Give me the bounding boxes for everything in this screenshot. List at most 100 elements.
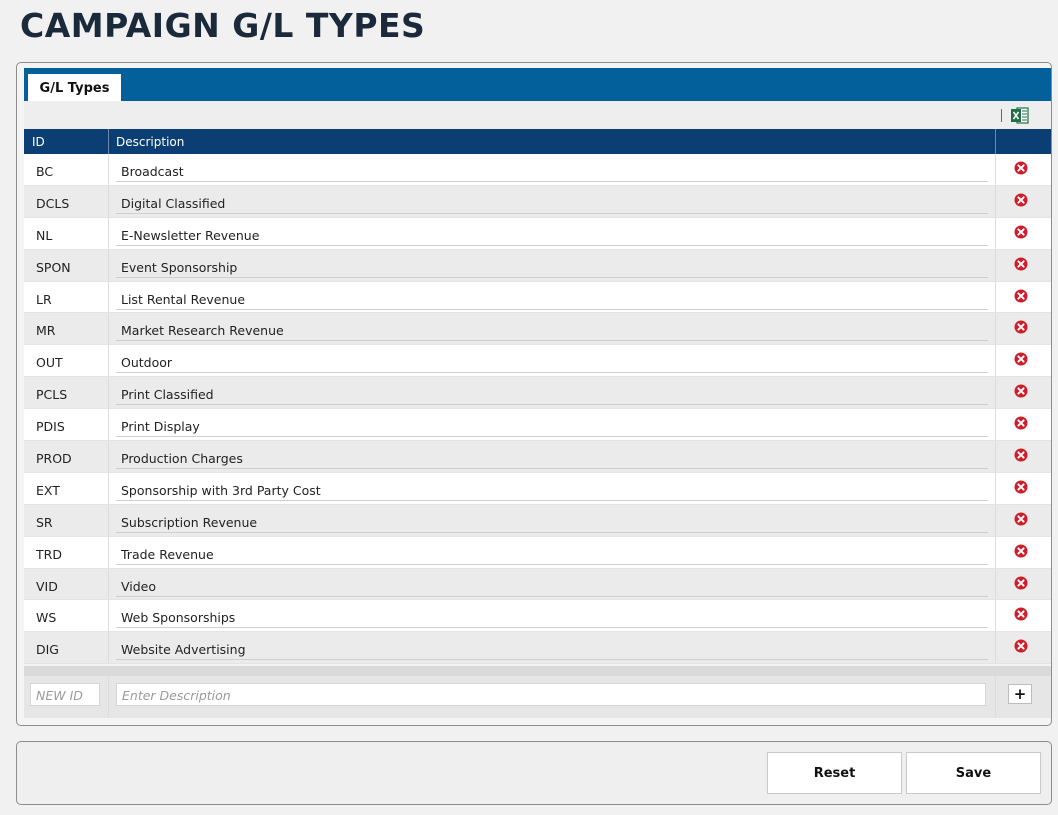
column-divider (995, 600, 996, 632)
row-id: NL (36, 227, 53, 243)
row-id: PCLS (36, 387, 68, 403)
column-divider (995, 281, 996, 313)
delete-icon[interactable] (1014, 576, 1028, 590)
row-id: BC (36, 164, 54, 179)
row-description-input[interactable]: Subscription Revenue (116, 509, 988, 533)
delete-icon[interactable] (1014, 480, 1028, 494)
row-description-input[interactable]: Digital Classified (116, 190, 988, 214)
column-divider (995, 441, 996, 472)
column-divider (995, 676, 996, 718)
delete-icon[interactable] (1014, 225, 1028, 239)
excel-icon[interactable] (1011, 107, 1029, 124)
row-id: SR (36, 514, 53, 530)
column-header-description[interactable]: Description (116, 135, 184, 149)
tab-strip: G/L Types (24, 68, 1051, 102)
row-description-input[interactable]: Production Charges (116, 445, 988, 470)
delete-icon[interactable] (1014, 257, 1028, 271)
delete-icon[interactable] (1014, 512, 1028, 526)
row-description-input[interactable]: Video (116, 573, 988, 597)
row-description-input[interactable]: Outdoor (116, 349, 988, 374)
column-divider (108, 313, 109, 345)
new-description-input[interactable]: Enter Description (116, 683, 986, 706)
column-divider (995, 249, 996, 281)
delete-icon[interactable] (1014, 448, 1028, 462)
new-entry-row: NEW ID Enter Description + (24, 666, 1051, 718)
column-divider (108, 281, 109, 313)
column-divider (108, 409, 109, 441)
column-divider (108, 568, 109, 600)
column-divider (108, 441, 109, 472)
gl-types-panel: G/L Types ID Description BC Broadcast DCLS… (16, 62, 1052, 726)
page-title: CAMPAIGN G/L TYPES (20, 6, 426, 45)
row-id: PDIS (36, 419, 65, 435)
row-description-input[interactable]: Print Display (116, 413, 988, 438)
column-divider (995, 313, 996, 345)
delete-icon[interactable] (1014, 161, 1028, 175)
column-divider (108, 185, 109, 217)
table-row: PROD Production Charges (24, 441, 1051, 473)
column-divider (108, 472, 109, 504)
row-description-input[interactable]: Event Sponsorship (116, 254, 988, 278)
column-divider (995, 217, 996, 249)
column-divider (108, 377, 109, 409)
reset-button[interactable]: Reset (767, 752, 902, 794)
table-row: TRD Trade Revenue (24, 536, 1051, 569)
column-header-id[interactable]: ID (32, 135, 45, 149)
new-id-input[interactable]: NEW ID (30, 683, 100, 706)
save-button[interactable]: Save (906, 752, 1041, 794)
add-row-button[interactable]: + (1008, 684, 1032, 704)
tab-gl-types[interactable]: G/L Types (28, 74, 121, 102)
delete-icon[interactable] (1014, 544, 1028, 558)
column-divider (108, 345, 109, 377)
row-description-input[interactable]: Web Sponsorships (116, 604, 988, 629)
table-row: NL E-Newsletter Revenue (24, 217, 1051, 250)
row-description-input[interactable]: Sponsorship with 3rd Party Cost (116, 477, 988, 501)
footer-panel: Reset Save (16, 741, 1052, 805)
row-description-input[interactable]: Trade Revenue (116, 541, 988, 565)
row-description-input[interactable]: Broadcast (116, 158, 988, 182)
row-id: TRD (36, 546, 62, 562)
delete-icon[interactable] (1014, 320, 1028, 334)
column-divider (108, 504, 109, 536)
column-divider (108, 536, 109, 568)
toolbar-separator (1001, 109, 1002, 122)
row-description-input[interactable]: E-Newsletter Revenue (116, 222, 988, 246)
delete-icon[interactable] (1014, 384, 1028, 398)
grid-header: ID Description (24, 129, 1051, 154)
row-description-input[interactable]: Print Classified (116, 381, 988, 406)
grid-body: BC Broadcast DCLS Digital Classified NL E-New… (24, 154, 1051, 665)
column-divider (995, 345, 996, 377)
row-id: LR (36, 291, 52, 307)
new-entry-separator (24, 666, 1051, 676)
table-row: SPON Event Sponsorship (24, 249, 1051, 282)
table-row: PCLS Print Classified (24, 377, 1051, 410)
table-row: LR List Rental Revenue (24, 281, 1051, 314)
delete-icon[interactable] (1014, 352, 1028, 366)
row-description-input[interactable]: Market Research Revenue (116, 317, 988, 342)
column-divider (995, 472, 996, 504)
delete-icon[interactable] (1014, 289, 1028, 303)
table-row: EXT Sponsorship with 3rd Party Cost (24, 472, 1051, 505)
delete-icon[interactable] (1014, 193, 1028, 207)
table-row: SR Subscription Revenue (24, 504, 1051, 537)
column-divider (108, 632, 109, 664)
delete-icon[interactable] (1014, 639, 1028, 653)
table-row: DCLS Digital Classified (24, 185, 1051, 218)
table-row: BC Broadcast (24, 154, 1051, 186)
row-id: EXT (36, 482, 60, 498)
column-divider (108, 129, 109, 154)
column-divider (108, 154, 109, 185)
table-row: DIG Website Advertising (24, 632, 1051, 665)
column-divider (995, 632, 996, 664)
table-row: PDIS Print Display (24, 409, 1051, 442)
row-description-input[interactable]: List Rental Revenue (116, 286, 988, 310)
column-divider (995, 154, 996, 185)
table-row: VID Video (24, 568, 1051, 601)
row-description-input[interactable]: Website Advertising (116, 636, 988, 661)
row-id: WS (36, 610, 57, 626)
column-divider (995, 409, 996, 441)
row-id: VID (36, 578, 58, 594)
column-divider (108, 249, 109, 281)
delete-icon[interactable] (1014, 607, 1028, 621)
delete-icon[interactable] (1014, 416, 1028, 430)
